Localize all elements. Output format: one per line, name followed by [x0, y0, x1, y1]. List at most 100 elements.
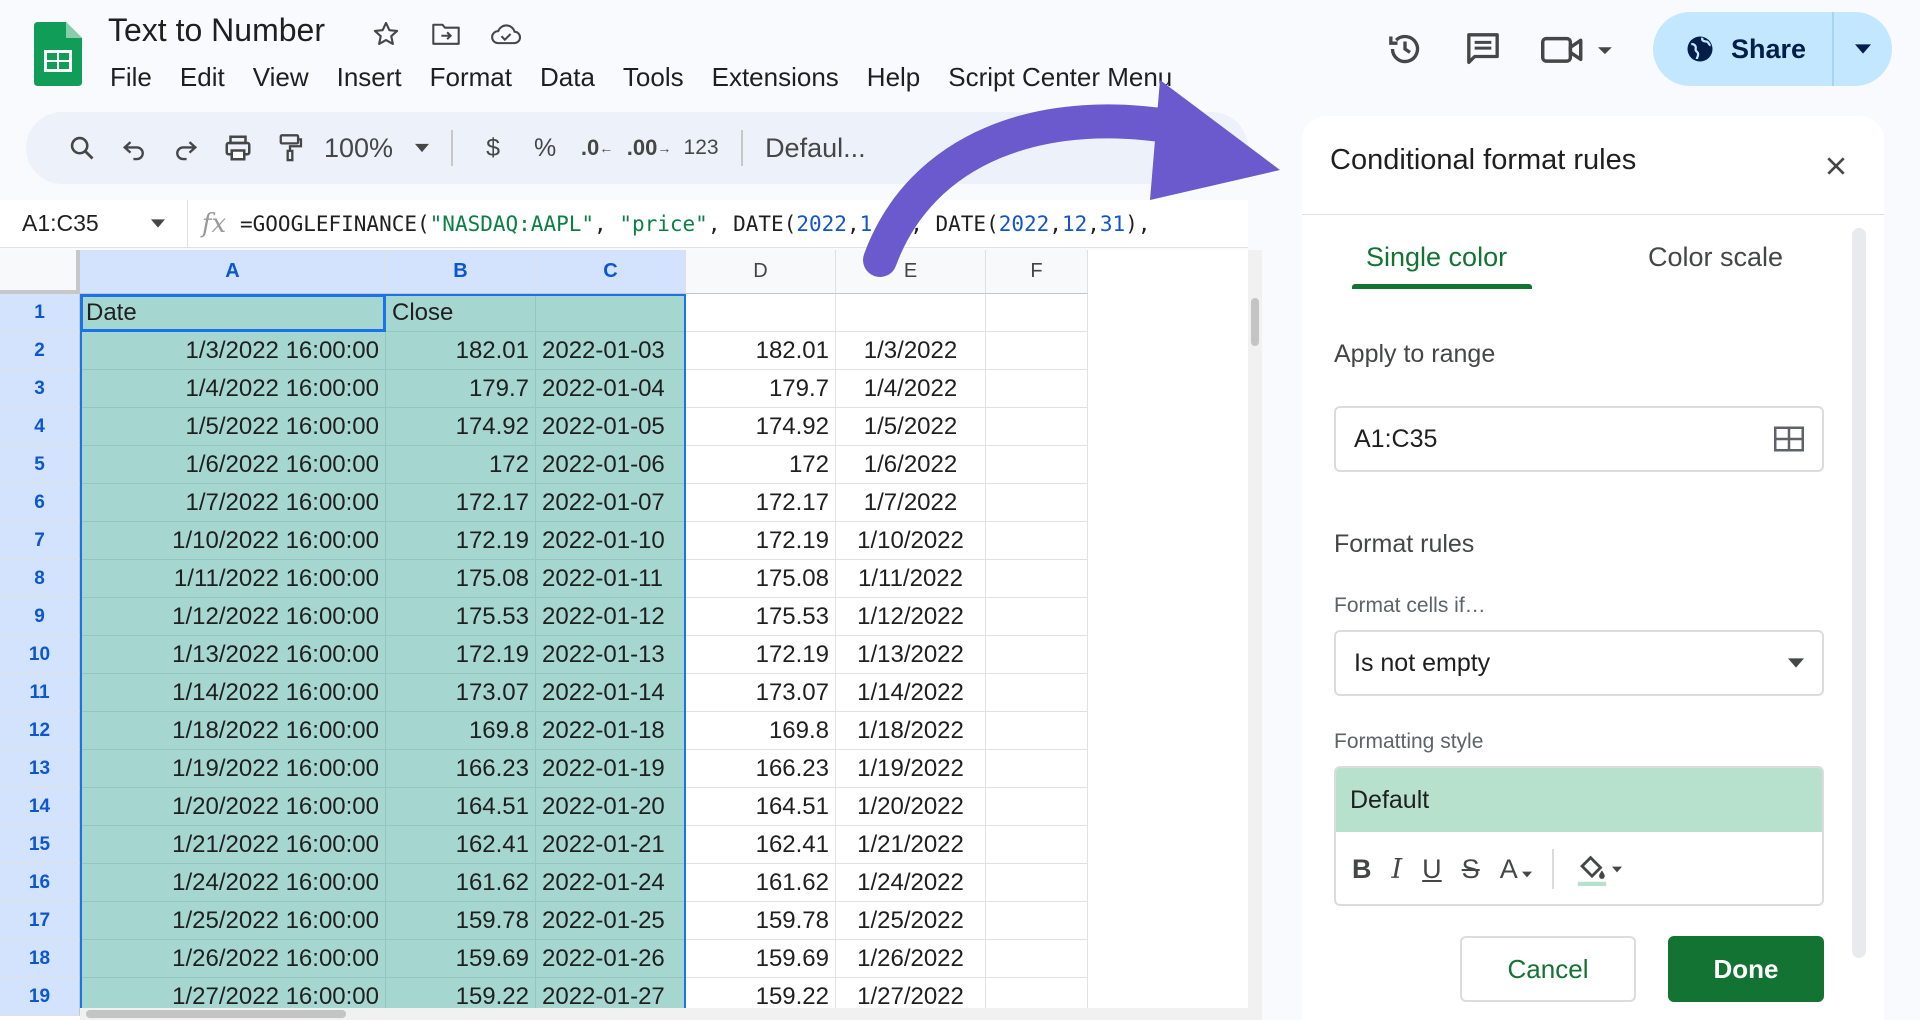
- menu-extensions[interactable]: Extensions: [698, 60, 853, 95]
- cell-c16[interactable]: 2022-01-24: [536, 864, 686, 902]
- cell-b3[interactable]: 179.7: [386, 370, 536, 408]
- menu-file[interactable]: File: [96, 60, 166, 95]
- cell-b18[interactable]: 159.69: [386, 940, 536, 978]
- cell-c11[interactable]: 2022-01-14: [536, 674, 686, 712]
- menu-data[interactable]: Data: [526, 60, 609, 95]
- cell-a18[interactable]: 1/26/2022 16:00:00: [80, 940, 386, 978]
- cell-b4[interactable]: 174.92: [386, 408, 536, 446]
- cell-a1[interactable]: Date: [80, 294, 386, 332]
- cell-f2[interactable]: [986, 332, 1088, 370]
- underline-icon[interactable]: U: [1422, 854, 1442, 885]
- cell-c12[interactable]: 2022-01-18: [536, 712, 686, 750]
- row-header[interactable]: 8: [0, 560, 80, 598]
- cell-b9[interactable]: 175.53: [386, 598, 536, 636]
- cell-c15[interactable]: 2022-01-21: [536, 826, 686, 864]
- row-header[interactable]: 17: [0, 902, 80, 940]
- cloud-saved-icon[interactable]: [488, 16, 524, 52]
- paint-format-icon[interactable]: [264, 124, 316, 172]
- column-header-d[interactable]: D: [686, 250, 836, 294]
- row-header[interactable]: 3: [0, 370, 80, 408]
- cell-c9[interactable]: 2022-01-12: [536, 598, 686, 636]
- strikethrough-icon[interactable]: S: [1462, 854, 1480, 885]
- row-header[interactable]: 6: [0, 484, 80, 522]
- cell-f16[interactable]: [986, 864, 1088, 902]
- version-history-icon[interactable]: [1383, 27, 1427, 71]
- cell-c6[interactable]: 2022-01-07: [536, 484, 686, 522]
- cell-e1[interactable]: [836, 294, 986, 332]
- column-header-f[interactable]: F: [986, 250, 1088, 294]
- cell-e5[interactable]: 1/6/2022: [836, 446, 986, 484]
- cell-a10[interactable]: 1/13/2022 16:00:00: [80, 636, 386, 674]
- menu-format[interactable]: Format: [416, 60, 526, 95]
- currency-format-button[interactable]: $: [467, 124, 519, 172]
- row-header[interactable]: 13: [0, 750, 80, 788]
- redo-icon[interactable]: [160, 124, 212, 172]
- column-header-e[interactable]: E: [836, 250, 986, 294]
- zoom-select[interactable]: 100%: [316, 124, 437, 172]
- cell-f13[interactable]: [986, 750, 1088, 788]
- cell-f4[interactable]: [986, 408, 1088, 446]
- cell-d5[interactable]: 172: [686, 446, 836, 484]
- cell-e11[interactable]: 1/14/2022: [836, 674, 986, 712]
- row-header[interactable]: 4: [0, 408, 80, 446]
- decrease-decimals-button[interactable]: .0 ←: [571, 124, 623, 172]
- cell-e6[interactable]: 1/7/2022: [836, 484, 986, 522]
- increase-decimals-button[interactable]: .00 →: [623, 124, 675, 172]
- cell-a6[interactable]: 1/7/2022 16:00:00: [80, 484, 386, 522]
- cell-b6[interactable]: 172.17: [386, 484, 536, 522]
- cell-a11[interactable]: 1/14/2022 16:00:00: [80, 674, 386, 712]
- cell-d9[interactable]: 175.53: [686, 598, 836, 636]
- style-preview[interactable]: Default: [1336, 768, 1822, 832]
- cell-b12[interactable]: 169.8: [386, 712, 536, 750]
- row-header[interactable]: 14: [0, 788, 80, 826]
- cell-e10[interactable]: 1/13/2022: [836, 636, 986, 674]
- cell-c4[interactable]: 2022-01-05: [536, 408, 686, 446]
- condition-select[interactable]: Is not empty: [1334, 630, 1824, 696]
- cell-b17[interactable]: 159.78: [386, 902, 536, 940]
- comments-icon[interactable]: [1461, 27, 1505, 71]
- tab-single-color[interactable]: Single color: [1366, 242, 1507, 273]
- panel-scrollbar[interactable]: [1852, 228, 1866, 958]
- number-format-button[interactable]: 123: [675, 124, 727, 172]
- cell-b8[interactable]: 175.08: [386, 560, 536, 598]
- cell-d4[interactable]: 174.92: [686, 408, 836, 446]
- horizontal-scrollbar-thumb[interactable]: [86, 1010, 346, 1018]
- print-icon[interactable]: [212, 124, 264, 172]
- text-color-icon[interactable]: A: [1500, 854, 1532, 885]
- cell-a12[interactable]: 1/18/2022 16:00:00: [80, 712, 386, 750]
- row-header[interactable]: 19: [0, 978, 80, 1016]
- cell-d18[interactable]: 159.69: [686, 940, 836, 978]
- column-header-b[interactable]: B: [386, 250, 536, 294]
- italic-icon[interactable]: I: [1392, 854, 1403, 885]
- cell-f10[interactable]: [986, 636, 1088, 674]
- row-header[interactable]: 1: [0, 294, 80, 332]
- name-box[interactable]: A1:C35: [0, 200, 188, 247]
- cell-e16[interactable]: 1/24/2022: [836, 864, 986, 902]
- cell-e7[interactable]: 1/10/2022: [836, 522, 986, 560]
- cell-d2[interactable]: 182.01: [686, 332, 836, 370]
- cell-f18[interactable]: [986, 940, 1088, 978]
- tab-color-scale[interactable]: Color scale: [1648, 242, 1783, 273]
- vertical-scrollbar[interactable]: [1248, 250, 1262, 1020]
- cell-d16[interactable]: 161.62: [686, 864, 836, 902]
- cell-f5[interactable]: [986, 446, 1088, 484]
- cell-b5[interactable]: 172: [386, 446, 536, 484]
- cell-d13[interactable]: 166.23: [686, 750, 836, 788]
- cell-d10[interactable]: 172.19: [686, 636, 836, 674]
- cell-c10[interactable]: 2022-01-13: [536, 636, 686, 674]
- cell-a17[interactable]: 1/25/2022 16:00:00: [80, 902, 386, 940]
- cell-c2[interactable]: 2022-01-03: [536, 332, 686, 370]
- meet-icon[interactable]: [1539, 27, 1619, 71]
- menu-help[interactable]: Help: [853, 60, 934, 95]
- row-header[interactable]: 7: [0, 522, 80, 560]
- share-dropdown-icon[interactable]: [1834, 12, 1892, 86]
- row-header[interactable]: 5: [0, 446, 80, 484]
- cell-a8[interactable]: 1/11/2022 16:00:00: [80, 560, 386, 598]
- search-menus-icon[interactable]: [56, 124, 108, 172]
- cell-f6[interactable]: [986, 484, 1088, 522]
- cell-c5[interactable]: 2022-01-06: [536, 446, 686, 484]
- select-all-corner[interactable]: [0, 250, 80, 294]
- cell-a16[interactable]: 1/24/2022 16:00:00: [80, 864, 386, 902]
- select-range-icon[interactable]: [1774, 426, 1804, 452]
- cell-f1[interactable]: [986, 294, 1088, 332]
